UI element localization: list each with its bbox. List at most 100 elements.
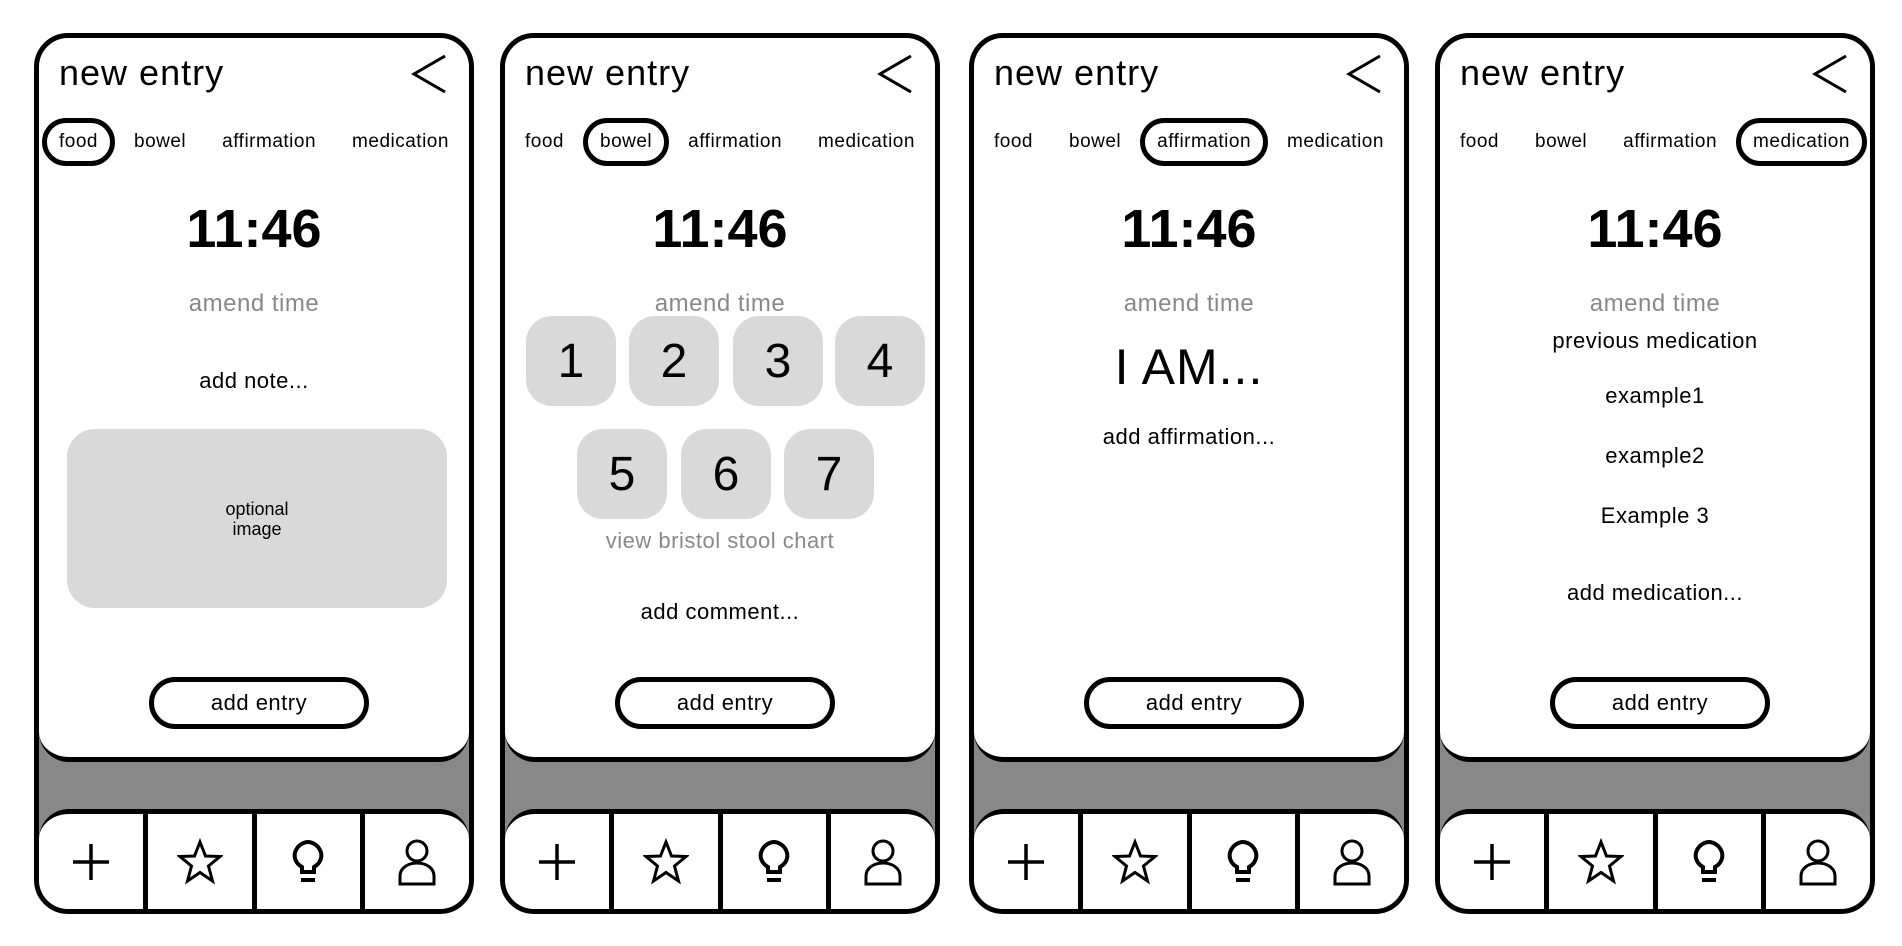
affirmation-heading: I AM... bbox=[1114, 339, 1264, 395]
back-chevron-icon[interactable] bbox=[411, 54, 447, 94]
back-chevron-icon[interactable] bbox=[1812, 54, 1848, 94]
medication-item[interactable]: example2 bbox=[1440, 443, 1870, 469]
phone-screen-food: new entry food bowel affirmation medicat… bbox=[34, 33, 474, 914]
medication-item[interactable]: example1 bbox=[1440, 383, 1870, 409]
add-note-input[interactable]: add note... bbox=[39, 368, 469, 394]
screen: new entry food bowel affirmation medicat… bbox=[974, 38, 1404, 762]
nav-favourites[interactable] bbox=[148, 814, 257, 909]
phone-screen-medication: new entry food bowel affirmation medicat… bbox=[1435, 33, 1875, 914]
phone-screen-affirmation: new entry food bowel affirmation medicat… bbox=[969, 33, 1409, 914]
bristol-type-6-button[interactable]: 6 bbox=[681, 429, 771, 519]
user-icon bbox=[1799, 839, 1837, 885]
page-title: new entry bbox=[525, 52, 691, 93]
image-label: image bbox=[232, 518, 282, 539]
tab-medication[interactable]: medication bbox=[1736, 118, 1867, 166]
nav-ideas[interactable] bbox=[1192, 814, 1301, 909]
amend-time-link[interactable]: amend time bbox=[505, 290, 935, 318]
bottom-nav bbox=[1440, 809, 1870, 909]
bristol-type-1-button[interactable]: 1 bbox=[526, 316, 616, 406]
lightbulb-icon bbox=[293, 839, 324, 882]
add-entry-button[interactable]: add entry bbox=[149, 677, 369, 729]
amend-time-link[interactable]: amend time bbox=[39, 290, 469, 318]
plus-icon bbox=[538, 843, 575, 880]
nav-profile[interactable] bbox=[831, 814, 935, 909]
nav-add[interactable] bbox=[505, 814, 614, 909]
tab-medication[interactable]: medication bbox=[801, 118, 932, 166]
optional-image-upload[interactable]: optional image bbox=[67, 429, 447, 608]
nav-add[interactable] bbox=[1440, 814, 1549, 909]
nav-ideas[interactable] bbox=[723, 814, 832, 909]
tab-affirmation[interactable]: affirmation bbox=[1140, 118, 1269, 166]
bristol-chart-link[interactable]: view bristol stool chart bbox=[505, 528, 935, 554]
nav-add[interactable] bbox=[974, 814, 1083, 909]
entry-time: 11:46 bbox=[186, 199, 322, 259]
back-chevron-icon[interactable] bbox=[877, 54, 913, 94]
bristol-type-3-button[interactable]: 3 bbox=[733, 316, 823, 406]
nav-ideas[interactable] bbox=[257, 814, 366, 909]
star-icon bbox=[1577, 837, 1624, 885]
bottom-nav bbox=[39, 809, 469, 909]
add-entry-button[interactable]: add entry bbox=[1550, 677, 1770, 729]
phone-screen-bowel: new entry food bowel affirmation medicat… bbox=[500, 33, 940, 914]
previous-medication-heading: previous medication bbox=[1552, 328, 1758, 353]
entry-time: 11:46 bbox=[1121, 199, 1257, 259]
user-icon bbox=[864, 839, 902, 885]
tab-affirmation[interactable]: affirmation bbox=[205, 118, 333, 166]
category-tabs: food bowel affirmation medication bbox=[505, 116, 935, 168]
bristol-type-4-button[interactable]: 4 bbox=[835, 316, 925, 406]
bottom-nav bbox=[974, 809, 1404, 909]
category-tabs: food bowel affirmation medication bbox=[39, 116, 469, 168]
lightbulb-icon bbox=[759, 839, 790, 882]
medication-item[interactable]: Example 3 bbox=[1440, 503, 1870, 529]
add-entry-button[interactable]: add entry bbox=[1084, 677, 1304, 729]
add-entry-button[interactable]: add entry bbox=[615, 677, 835, 729]
nav-favourites[interactable] bbox=[1549, 814, 1658, 909]
nav-profile[interactable] bbox=[1300, 814, 1404, 909]
bristol-type-5-button[interactable]: 5 bbox=[577, 429, 667, 519]
add-comment-input[interactable]: add comment... bbox=[505, 599, 935, 625]
lightbulb-icon bbox=[1694, 839, 1725, 882]
tab-bowel[interactable]: bowel bbox=[117, 118, 203, 166]
entry-time: 11:46 bbox=[652, 199, 788, 259]
add-medication-input[interactable]: add medication... bbox=[1440, 580, 1870, 606]
tab-bowel[interactable]: bowel bbox=[1052, 118, 1138, 166]
tab-bowel[interactable]: bowel bbox=[1518, 118, 1604, 166]
tab-food[interactable]: food bbox=[977, 118, 1050, 166]
user-icon bbox=[1333, 839, 1371, 885]
amend-time-link[interactable]: amend time bbox=[974, 290, 1404, 318]
star-icon bbox=[176, 837, 223, 885]
nav-ideas[interactable] bbox=[1658, 814, 1767, 909]
add-affirmation-input[interactable]: add affirmation... bbox=[974, 424, 1404, 450]
nav-favourites[interactable] bbox=[614, 814, 723, 909]
bottom-nav bbox=[505, 809, 935, 909]
user-icon bbox=[398, 839, 436, 885]
star-icon bbox=[642, 837, 689, 885]
bristol-type-2-button[interactable]: 2 bbox=[629, 316, 719, 406]
amend-time-link[interactable]: amend time bbox=[1440, 290, 1870, 318]
bristol-type-7-button[interactable]: 7 bbox=[784, 429, 874, 519]
lightbulb-icon bbox=[1228, 839, 1259, 882]
nav-favourites[interactable] bbox=[1083, 814, 1192, 909]
tab-affirmation[interactable]: affirmation bbox=[1606, 118, 1734, 166]
category-tabs: food bowel affirmation medication bbox=[974, 116, 1404, 168]
nav-profile[interactable] bbox=[1766, 814, 1870, 909]
star-icon bbox=[1111, 837, 1158, 885]
tab-bowel[interactable]: bowel bbox=[583, 118, 670, 166]
plus-icon bbox=[1473, 843, 1510, 880]
entry-time: 11:46 bbox=[1587, 199, 1723, 259]
tab-medication[interactable]: medication bbox=[335, 118, 466, 166]
tab-food[interactable]: food bbox=[508, 118, 581, 166]
back-chevron-icon[interactable] bbox=[1346, 54, 1382, 94]
plus-icon bbox=[72, 843, 109, 880]
plus-icon bbox=[1007, 843, 1044, 880]
page-title: new entry bbox=[1460, 52, 1626, 93]
tab-food[interactable]: food bbox=[1443, 118, 1516, 166]
nav-add[interactable] bbox=[39, 814, 148, 909]
image-label: optional bbox=[225, 498, 289, 519]
nav-profile[interactable] bbox=[365, 814, 469, 909]
category-tabs: food bowel affirmation medication bbox=[1440, 116, 1870, 168]
tab-affirmation[interactable]: affirmation bbox=[671, 118, 799, 166]
screen: new entry food bowel affirmation medicat… bbox=[1440, 38, 1870, 762]
tab-food[interactable]: food bbox=[42, 118, 115, 166]
tab-medication[interactable]: medication bbox=[1270, 118, 1401, 166]
